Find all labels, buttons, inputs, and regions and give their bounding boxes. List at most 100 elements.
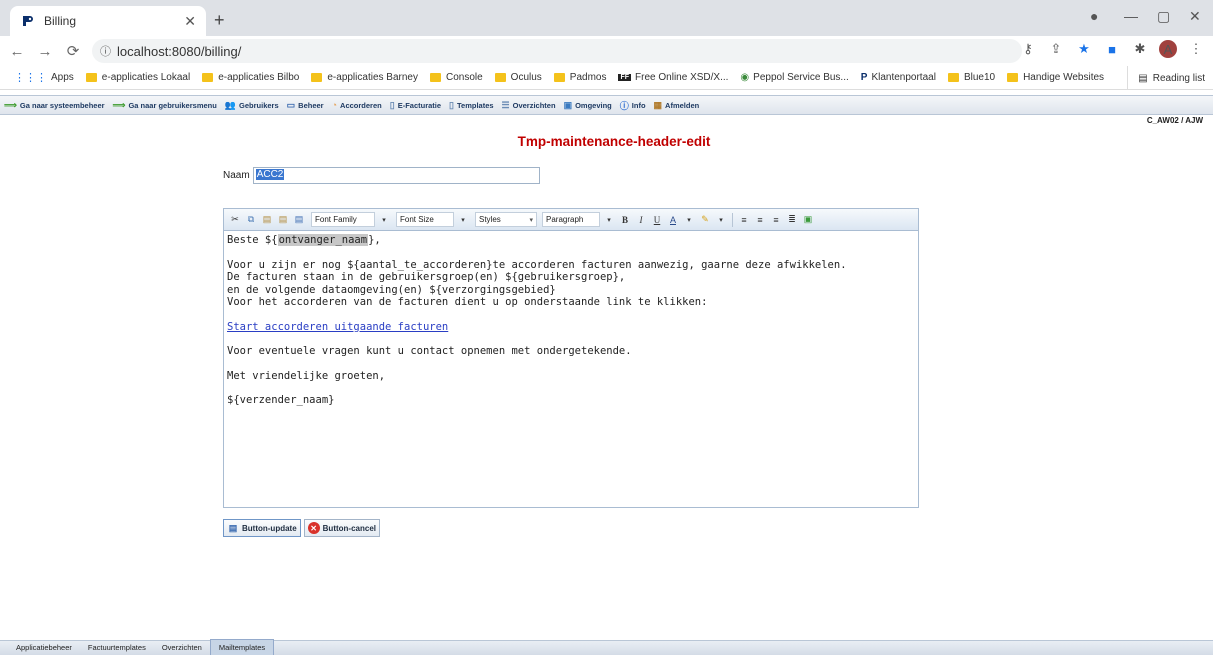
align-left-icon[interactable]: ≡	[737, 213, 751, 227]
templates-icon: ▯	[449, 99, 454, 110]
paste-icon[interactable]: ▤	[260, 213, 274, 227]
folder-icon	[947, 73, 959, 82]
info-icon: ⓘ	[619, 100, 629, 111]
cancel-icon: ✕	[307, 522, 320, 534]
template-icon[interactable]: ▣	[801, 213, 815, 227]
share-icon[interactable]: ⇪	[1047, 40, 1065, 58]
italic-icon[interactable]: I	[634, 213, 648, 227]
accorderen-link[interactable]: Start accorderen uitgaande facturen	[227, 321, 448, 333]
chevron-down-icon[interactable]: ▾	[377, 213, 391, 227]
extension-circle-icon[interactable]: ●	[1090, 8, 1098, 24]
minimize-icon[interactable]: —	[1124, 8, 1138, 24]
address-bar[interactable]: ⓘ localhost:8080/billing/	[92, 39, 1022, 63]
highlight-color-icon[interactable]: ✎	[698, 213, 712, 227]
menu-overzichten[interactable]: ☰ Overzichten	[502, 100, 556, 111]
bookmark-item[interactable]: ◉ Peppol Service Bus...	[740, 72, 848, 83]
star-icon[interactable]: ★	[1075, 40, 1093, 58]
copy-icon[interactable]: ⧉	[244, 213, 258, 227]
chevron-down-icon[interactable]: ▾	[456, 213, 470, 227]
folder-icon	[429, 73, 441, 82]
menu-e-facturatie[interactable]: ▯ E-Facturatie	[390, 100, 441, 111]
folder-icon	[202, 73, 214, 82]
users-icon: 👥	[224, 99, 237, 110]
rich-text-editor: ✂ ⧉ ▤ ▤ ▤ Font Family ▾ Font Size ▾ Styl…	[223, 208, 919, 508]
align-justify-icon[interactable]: ≣	[785, 213, 799, 227]
menu-afmelden[interactable]: ▦ Afmelden	[654, 100, 700, 111]
maximize-icon[interactable]: ▢	[1157, 8, 1170, 25]
tab-applicatiebeheer[interactable]: Applicatiebeheer	[8, 640, 80, 655]
tab-factuurtemplates[interactable]: Factuurtemplates	[80, 640, 154, 655]
close-window-icon[interactable]: ✕	[1189, 8, 1201, 25]
bookmark-item[interactable]: e-applicaties Bilbo	[202, 72, 299, 83]
ff-site-icon: FF	[618, 74, 632, 81]
extension-icon[interactable]: ■	[1103, 40, 1121, 58]
naam-row: Naam ACC2	[223, 167, 540, 184]
font-family-select[interactable]: Font Family	[311, 212, 375, 227]
close-tab-icon[interactable]: ✕	[184, 13, 196, 30]
bookmark-item[interactable]: Oculus	[494, 72, 542, 83]
avatar[interactable]: A	[1159, 40, 1177, 58]
cancel-button[interactable]: ✕ Button-cancel	[303, 519, 380, 537]
chevron-down-icon[interactable]: ▾	[682, 213, 696, 227]
forward-icon[interactable]: →	[34, 43, 56, 60]
bookmark-item[interactable]: Blue10	[947, 72, 995, 83]
key-icon[interactable]: ⚷	[1019, 40, 1037, 58]
paragraph-select[interactable]: Paragraph	[542, 212, 600, 227]
body-line: Voor u zijn er nog ${aantal_te_accordere…	[227, 258, 847, 271]
bookmarks-bar: ⋮⋮⋮ Apps e-applicaties Lokaal e-applicat…	[0, 66, 1213, 90]
peppol-icon: ◉	[740, 72, 750, 83]
menu-gebruikers[interactable]: 👥 Gebruikers	[225, 100, 279, 111]
reading-list-icon: ▤	[1138, 72, 1148, 84]
menu-accorderen[interactable]: ◔ Accorderen	[332, 100, 382, 110]
menu-beheer[interactable]: ▭ Beheer	[287, 100, 324, 111]
naam-input[interactable]: ACC2	[252, 167, 540, 184]
browser-tabstrip: Billing ✕ + ● — ▢ ✕	[0, 0, 1213, 36]
text-color-icon[interactable]: A	[666, 213, 680, 227]
bookmark-item[interactable]: FF Free Online XSD/X...	[618, 72, 728, 83]
puzzle-icon[interactable]: ✱	[1131, 40, 1149, 58]
green-arrow-icon: ⟹	[4, 99, 17, 110]
menu-omgeving[interactable]: ▣ Omgeving	[564, 100, 612, 111]
body-line: Voor het accorderen van de facturen dien…	[227, 296, 708, 308]
bookmark-item[interactable]: Console	[429, 72, 483, 83]
menu-templates[interactable]: ▯ Templates	[449, 100, 494, 111]
paste-word-icon[interactable]: ▤	[292, 213, 306, 227]
bookmark-item[interactable]: Padmos	[553, 72, 606, 83]
paste-text-icon[interactable]: ▤	[276, 213, 290, 227]
bookmark-item[interactable]: Handige Websites	[1007, 72, 1104, 83]
bookmark-item[interactable]: e-applicaties Lokaal	[85, 72, 190, 83]
editor-content[interactable]: Beste ${ontvanger_naam}, Voor u zijn er …	[224, 231, 918, 410]
cut-icon[interactable]: ✂	[228, 213, 242, 227]
update-button[interactable]: ▤ Button-update	[223, 519, 301, 537]
align-right-icon[interactable]: ≡	[769, 213, 783, 227]
back-icon[interactable]: ←	[6, 43, 28, 60]
bookmark-item[interactable]: P Klantenportaal	[861, 72, 936, 83]
browser-tab[interactable]: Billing ✕	[10, 6, 206, 36]
info-icon[interactable]: ⓘ	[100, 43, 111, 59]
underline-icon[interactable]: U	[650, 213, 664, 227]
chevron-down-icon[interactable]: ▾	[602, 213, 616, 227]
menu-info[interactable]: ⓘ Info	[620, 99, 646, 112]
chevron-down-icon[interactable]: ▾	[714, 213, 728, 227]
greeting-line: Met vriendelijke groeten,	[227, 369, 386, 382]
sender-line: ${verzender_naam}	[227, 394, 335, 406]
tab-mailtemplates[interactable]: Mailtemplates	[209, 639, 275, 655]
menu-icon[interactable]: ⋮	[1187, 40, 1205, 58]
tab-overzichten[interactable]: Overzichten	[154, 640, 210, 655]
menu-systeembeheer[interactable]: ⟹ Ga naar systeembeheer	[4, 100, 105, 111]
bold-icon[interactable]: B	[618, 213, 632, 227]
font-size-select[interactable]: Font Size	[396, 212, 454, 227]
menu-gebruikersmenu[interactable]: ⟹ Ga naar gebruikersmenu	[113, 100, 217, 111]
styles-select[interactable]: Styles ▾	[475, 212, 537, 227]
bookmark-apps[interactable]: ⋮⋮⋮ Apps	[14, 71, 74, 84]
new-tab-icon[interactable]: +	[214, 10, 225, 31]
bookmark-item[interactable]: e-applicaties Barney	[311, 72, 418, 83]
editor-toolbar: ✂ ⧉ ▤ ▤ ▤ Font Family ▾ Font Size ▾ Styl…	[224, 209, 918, 231]
apps-grid-icon: ⋮⋮⋮	[14, 72, 47, 84]
reading-list-button[interactable]: ▤ Reading list	[1127, 66, 1205, 89]
brand-p-icon	[20, 13, 36, 29]
document-icon: ▯	[389, 99, 395, 110]
chevron-down-icon: ▾	[529, 216, 533, 224]
align-center-icon[interactable]: ≡	[753, 213, 767, 227]
reload-icon[interactable]: ⟳	[62, 42, 84, 60]
